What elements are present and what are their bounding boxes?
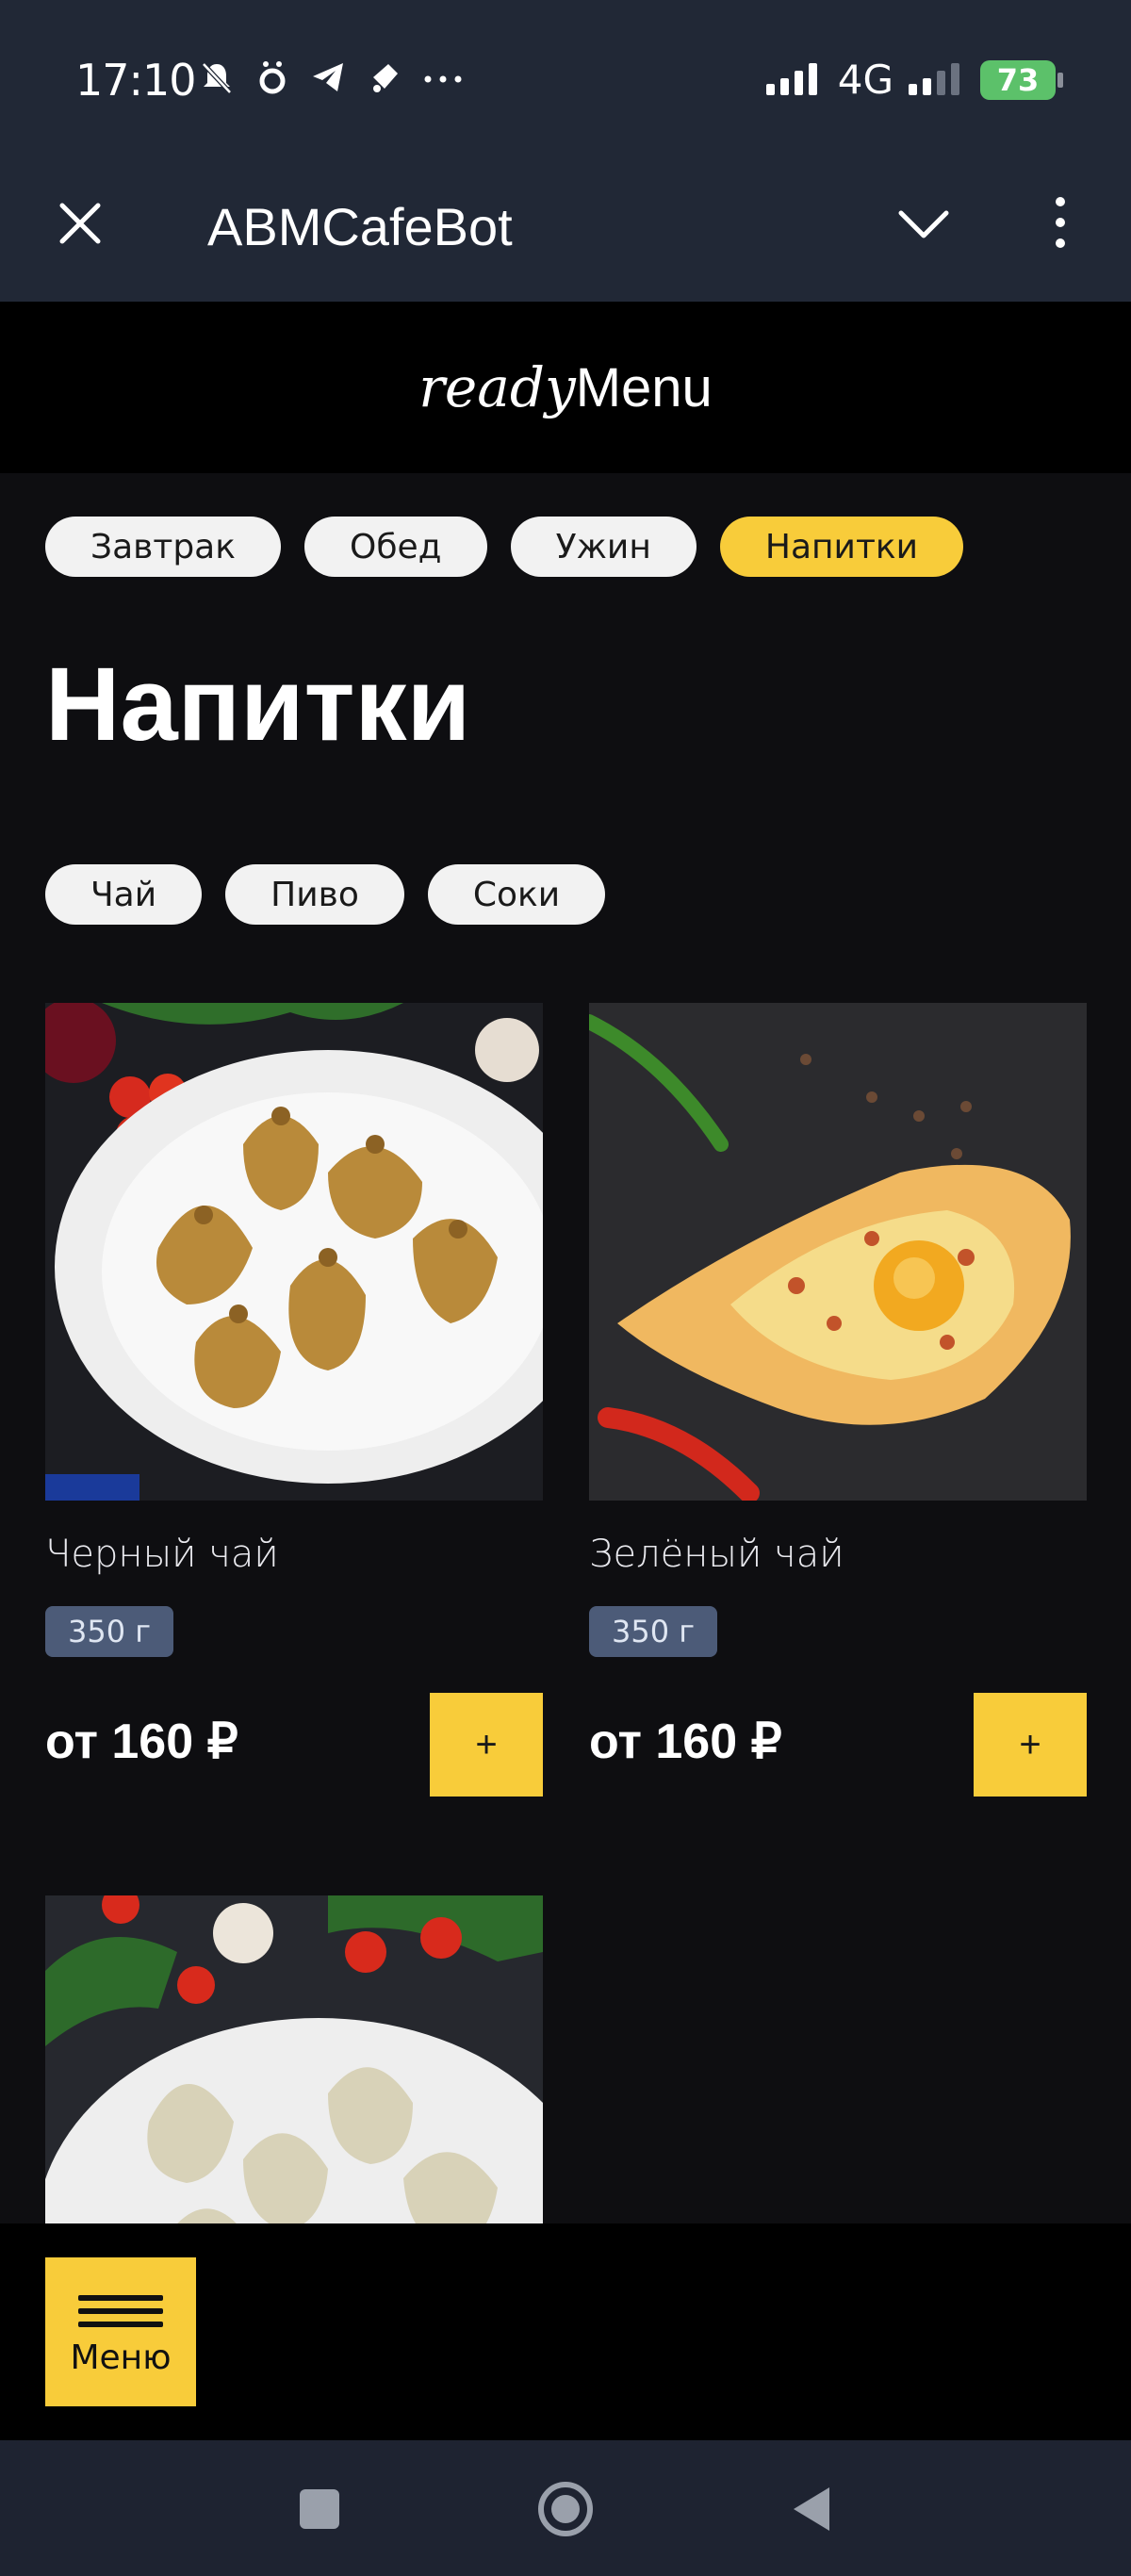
- weight-badge: 350 г: [589, 1606, 718, 1657]
- status-bar: 17:10 4G 73: [0, 0, 1131, 160]
- readymenu-logo: ready Menu: [418, 355, 713, 419]
- menu-button[interactable]: Меню: [45, 2257, 196, 2406]
- more-vertical-icon[interactable]: [1046, 194, 1074, 251]
- product-price: от 160 ₽: [589, 1715, 782, 1769]
- category-tab-breakfast[interactable]: Завтрак: [45, 517, 281, 577]
- network-type: 4G: [837, 57, 893, 103]
- logo-menu: Menu: [575, 357, 713, 418]
- signal-icon: [765, 62, 817, 95]
- product-image-khinkali-fried[interactable]: [45, 1003, 543, 1501]
- recents-icon[interactable]: [287, 2476, 352, 2542]
- weight-badge: 350 г: [45, 1606, 174, 1657]
- page-title: Напитки: [45, 647, 471, 763]
- brand-bar: ready Menu: [0, 302, 1131, 473]
- more-notifications-icon: [424, 75, 462, 83]
- notification-icons: [198, 58, 464, 96]
- product-name: Черный чай: [45, 1533, 279, 1576]
- logo-ready: ready: [418, 355, 576, 419]
- subcategory-tabs: Чай Пиво Соки: [45, 864, 606, 925]
- home-icon[interactable]: [533, 2476, 598, 2542]
- hamburger-icon: [78, 2288, 163, 2335]
- bottom-menu-bar: Меню: [0, 2223, 1131, 2440]
- add-to-cart-button[interactable]: +: [430, 1693, 543, 1797]
- product-price: от 160 ₽: [45, 1715, 238, 1769]
- subcategory-tab-tea[interactable]: Чай: [45, 864, 203, 925]
- product-card[interactable]: Черный чай 350 г от 160 ₽ +: [45, 1003, 543, 1797]
- category-tab-dinner[interactable]: Ужин: [510, 517, 697, 577]
- subcategory-tab-beer[interactable]: Пиво: [225, 864, 404, 925]
- subcategory-tab-juices[interactable]: Соки: [427, 864, 606, 925]
- price-row: от 160 ₽ +: [589, 1693, 1087, 1797]
- product-image-khinkali-boiled[interactable]: [45, 1895, 543, 2223]
- system-navigation-bar: [0, 2440, 1131, 2576]
- battery-icon: 73: [980, 59, 1063, 100]
- price-row: от 160 ₽ +: [45, 1693, 543, 1797]
- back-icon[interactable]: [779, 2476, 844, 2542]
- webapp-header: ABMCafeBot: [0, 160, 1131, 302]
- send-icon: [373, 64, 398, 92]
- chevron-down-icon[interactable]: [895, 205, 952, 243]
- product-name: Зелёный чай: [589, 1533, 844, 1576]
- bot-title: ABMCafeBot: [207, 197, 513, 256]
- mute-icon: [202, 62, 232, 94]
- battery-level: 73: [996, 61, 1040, 98]
- product-card[interactable]: [45, 1895, 543, 2223]
- add-to-cart-button[interactable]: +: [974, 1693, 1087, 1797]
- category-tabs: Завтрак Обед Ужин Напитки: [45, 517, 964, 577]
- product-image-khachapuri[interactable]: [589, 1003, 1087, 1501]
- app-notification-icon: [259, 61, 286, 94]
- menu-button-label: Меню: [70, 2338, 172, 2377]
- system-indicators: 4G 73: [764, 57, 1063, 103]
- product-card[interactable]: Зелёный чай 350 г от 160 ₽ +: [589, 1003, 1087, 1797]
- close-icon[interactable]: [57, 200, 104, 247]
- telegram-icon: [313, 63, 343, 91]
- status-time: 17:10: [75, 55, 197, 106]
- menu-content: Завтрак Обед Ужин Напитки Напитки Чай Пи…: [0, 473, 1131, 2223]
- category-tab-lunch[interactable]: Обед: [303, 517, 487, 577]
- signal-icon-2: [909, 62, 959, 95]
- category-tab-drinks[interactable]: Напитки: [719, 517, 964, 577]
